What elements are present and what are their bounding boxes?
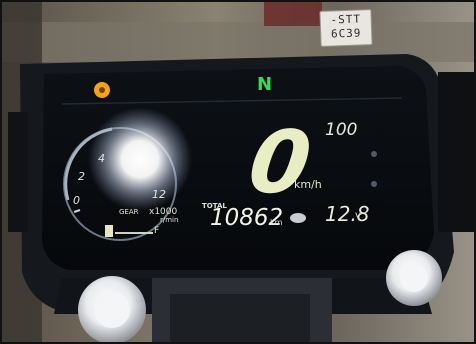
fuel-gauge-icon: [105, 225, 113, 237]
tach-tick-2: 2: [78, 170, 85, 183]
left-bracket: [8, 112, 28, 232]
speed-readout: 0: [242, 113, 317, 213]
tach-tick-12: 12: [152, 188, 166, 201]
license-plate: -STT 6C39: [319, 9, 373, 47]
photo-frame: -STT 6C39 N 0 km/h 100 TOTAL 10862 km 12…: [0, 0, 476, 344]
voltage-readout: 12.8: [325, 202, 370, 226]
neutral-indicator: N: [257, 74, 273, 95]
fuel-full-label: F: [154, 226, 160, 236]
red-vehicle: [264, 2, 322, 26]
speed-unit: km/h: [294, 178, 322, 191]
tach-tick-0: 0: [73, 194, 80, 207]
tach-tick-4: 4: [98, 152, 105, 165]
top-value: 100: [325, 120, 358, 140]
photo-scene: [2, 2, 474, 342]
plate-line-2: 6C39: [330, 26, 362, 41]
right-bracket: [438, 72, 474, 232]
gear-label: GEAR: [119, 208, 139, 216]
odometer-unit: km: [270, 218, 283, 227]
voltage-unit: v: [355, 210, 361, 221]
rpm-unit: r/min: [160, 216, 179, 224]
